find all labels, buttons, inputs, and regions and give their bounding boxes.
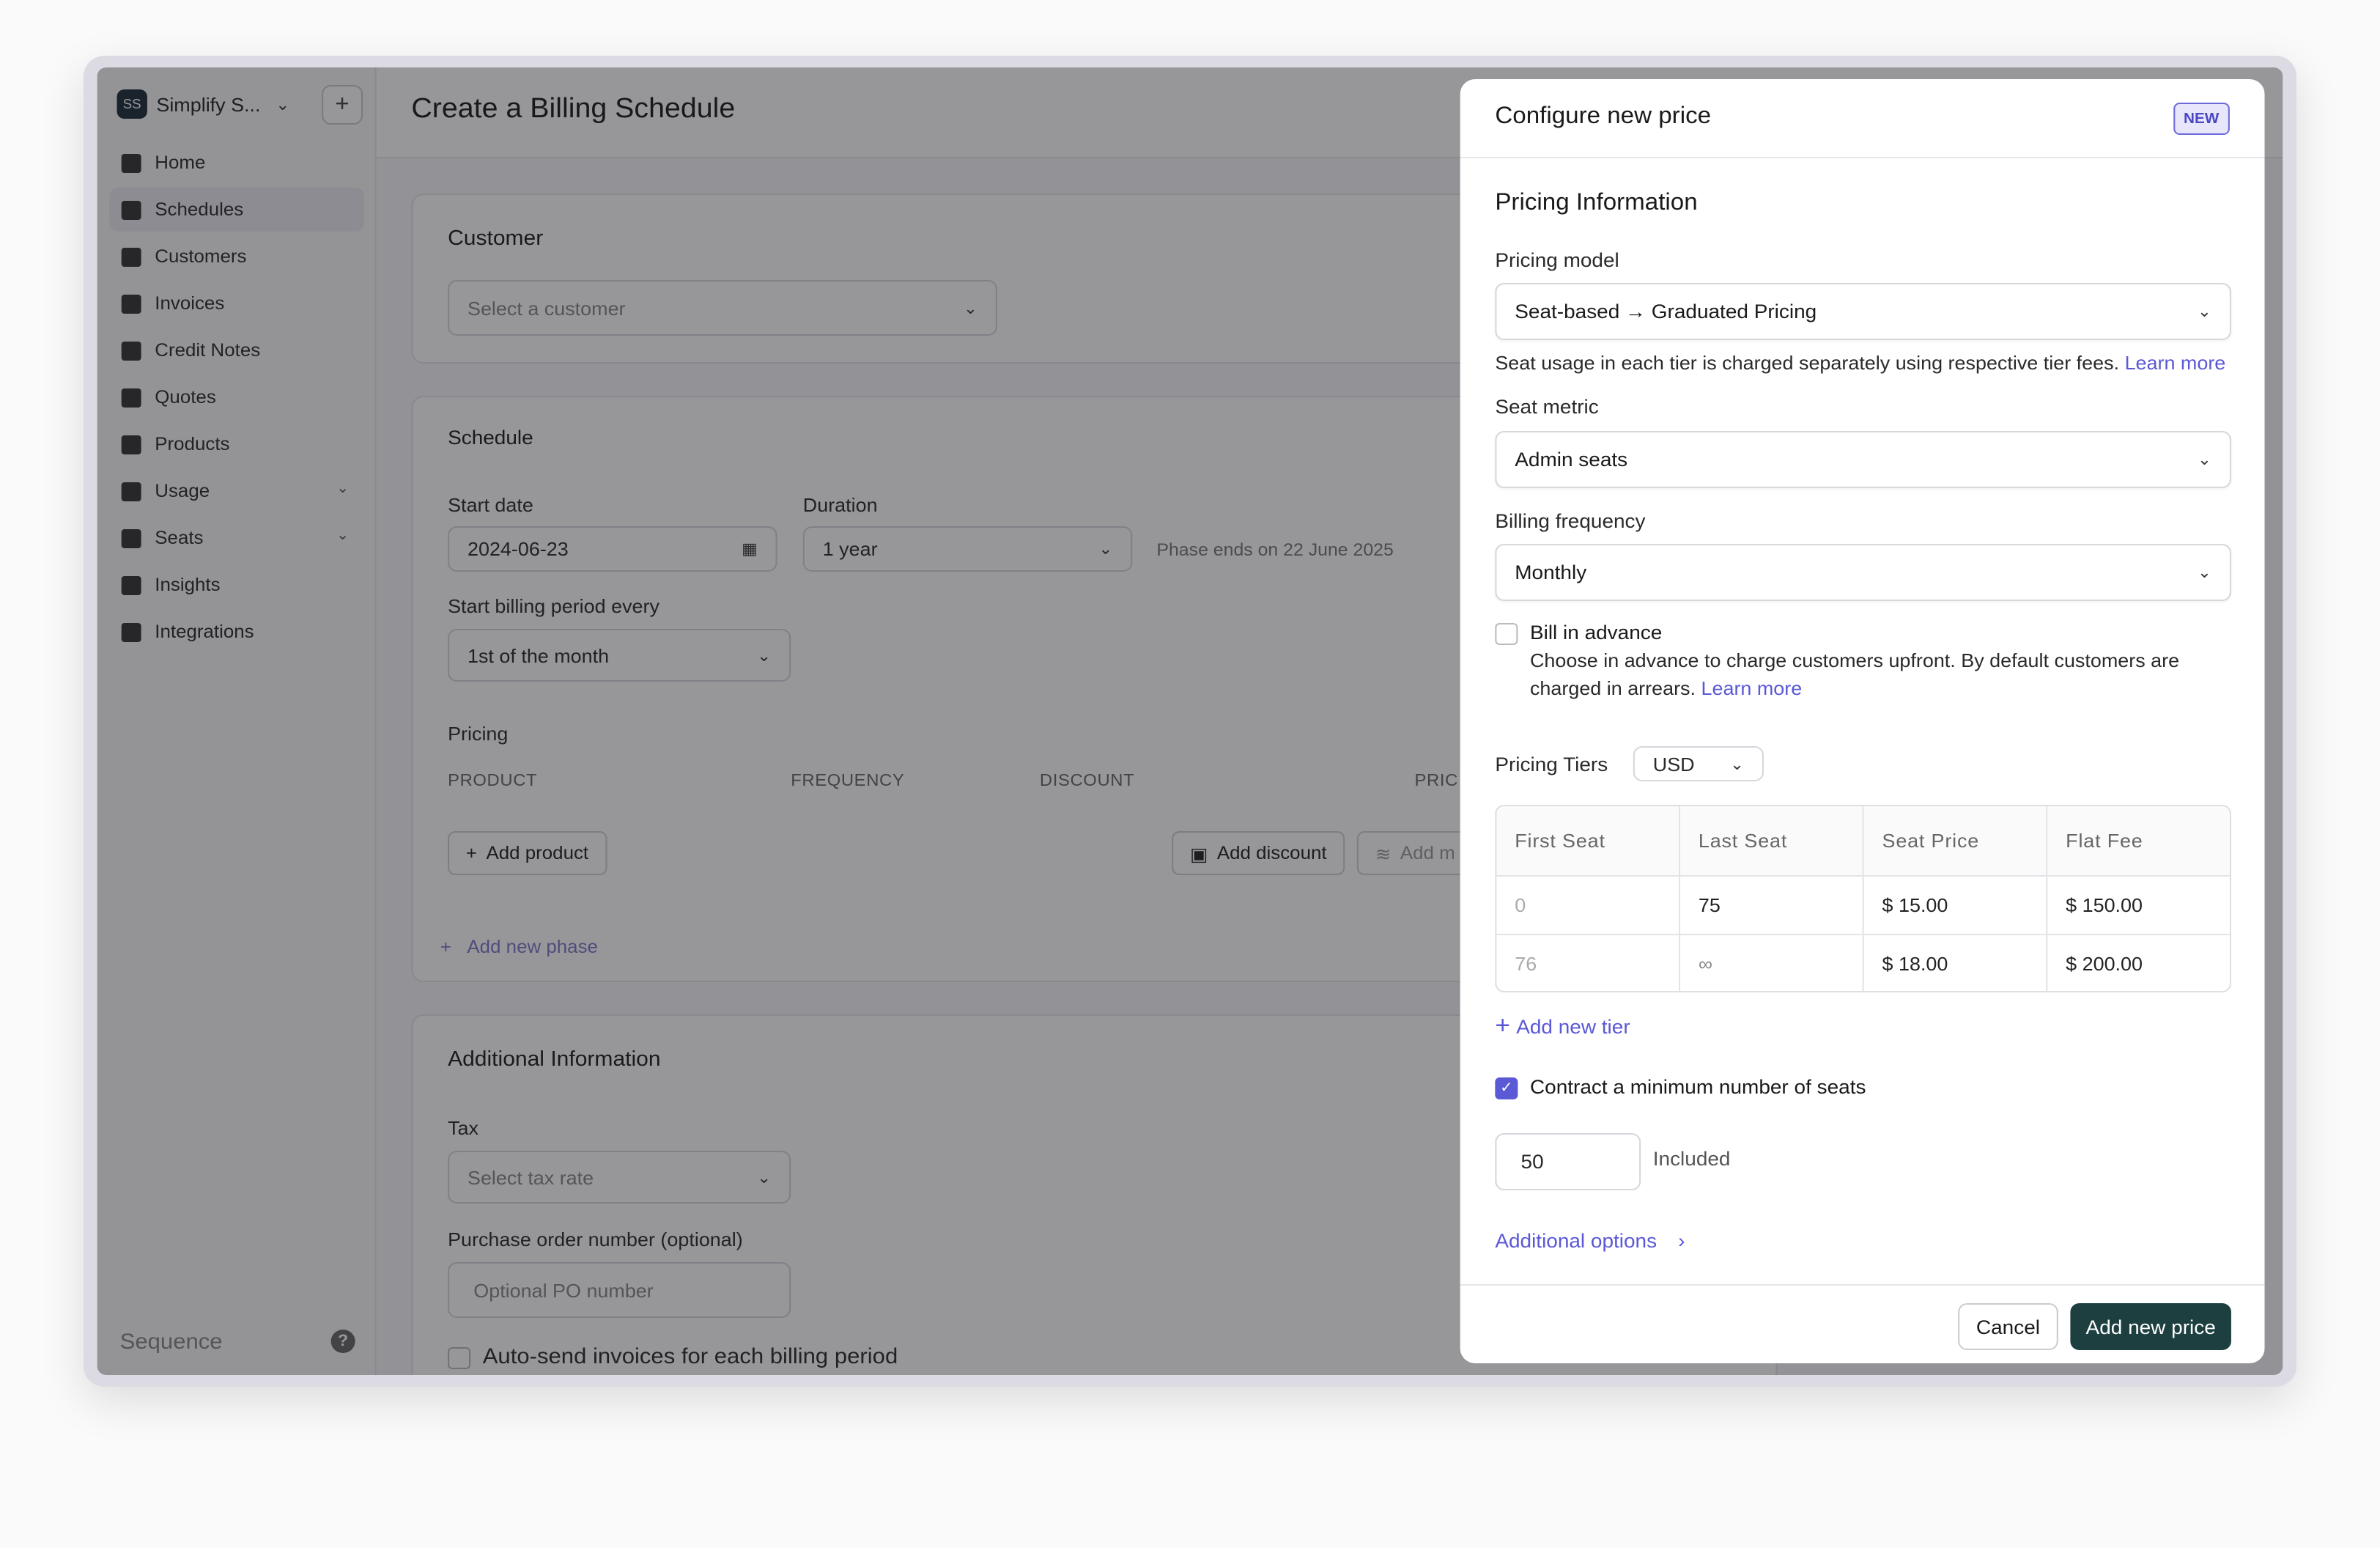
tier-seat-price-input[interactable]: $ 18.00 [1863, 934, 2048, 991]
pricing-information-title: Pricing Information [1495, 191, 1698, 215]
included-label: Included [1652, 1148, 1731, 1170]
divider [1460, 1284, 2265, 1286]
new-badge: NEW [2173, 103, 2230, 135]
tier-flat-fee-input[interactable]: $ 200.00 [2047, 934, 2230, 991]
chevron-down-icon: ⌄ [2197, 303, 2212, 321]
chevron-down-icon: ⌄ [2197, 564, 2212, 582]
divider [1460, 157, 2265, 158]
column-header: Seat Price [1863, 806, 2048, 875]
chevron-right-icon: › [1678, 1230, 1685, 1252]
learn-more-link[interactable]: Learn more [1701, 677, 1803, 699]
chevron-down-icon: ⌄ [1729, 756, 1745, 773]
seat-metric-select[interactable]: Admin seats ⌄ [1495, 431, 2231, 488]
configure-price-panel: Configure new price NEW Pricing Informat… [1460, 79, 2265, 1363]
minimum-seats-input[interactable]: 50 [1495, 1133, 1641, 1190]
pricing-model-select[interactable]: Seat-based → Graduated Pricing ⌄ [1495, 283, 2231, 340]
minimum-seats-label: Contract a minimum number of seats [1529, 1076, 1866, 1098]
plus-icon: + [1495, 1011, 1510, 1039]
add-tier-button[interactable]: + Add new tier [1495, 1011, 1630, 1041]
column-header: First Seat [1496, 806, 1681, 875]
column-header: Last Seat [1680, 806, 1864, 875]
pricing-model-help: Seat usage in each tier is charged separ… [1495, 352, 2226, 374]
pricing-model-label: Pricing model [1495, 249, 1619, 271]
billing-frequency-label: Billing frequency [1495, 510, 1646, 532]
tier-first-seat: 0 [1496, 875, 1681, 934]
column-header: Flat Fee [2047, 806, 2230, 875]
learn-more-link[interactable]: Learn more [2125, 352, 2226, 374]
additional-options-toggle[interactable]: Additional options › [1495, 1230, 1685, 1252]
tier-last-seat-input[interactable]: 75 [1680, 875, 1864, 934]
tier-seat-price-input[interactable]: $ 15.00 [1863, 875, 2048, 934]
minimum-seats-checkbox[interactable]: ✓ [1495, 1077, 1518, 1099]
cancel-button[interactable]: Cancel [1958, 1303, 2058, 1350]
currency-select[interactable]: USD ⌄ [1633, 746, 1764, 781]
pricing-tiers-label: Pricing Tiers [1495, 753, 1608, 775]
tier-first-seat: 76 [1496, 934, 1681, 991]
tier-flat-fee-input[interactable]: $ 150.00 [2047, 875, 2230, 934]
bill-in-advance-label: Bill in advance [1529, 622, 1663, 644]
pricing-tiers-table: First Seat Last Seat Seat Price Flat Fee… [1495, 805, 2231, 992]
bill-in-advance-checkbox[interactable] [1495, 623, 1518, 645]
app-window: SS Simplify S... ⌄ + Home Schedules Cust… [97, 67, 2283, 1375]
tier-last-seat: ∞ [1680, 934, 1864, 991]
add-new-price-button[interactable]: Add new price [2070, 1303, 2231, 1350]
bill-in-advance-help: Choose in advance to charge customers up… [1529, 649, 2180, 699]
panel-title: Configure new price [1495, 104, 1712, 129]
seat-metric-label: Seat metric [1495, 396, 1599, 418]
billing-frequency-select[interactable]: Monthly ⌄ [1495, 544, 2231, 601]
chevron-down-icon: ⌄ [2197, 452, 2212, 469]
